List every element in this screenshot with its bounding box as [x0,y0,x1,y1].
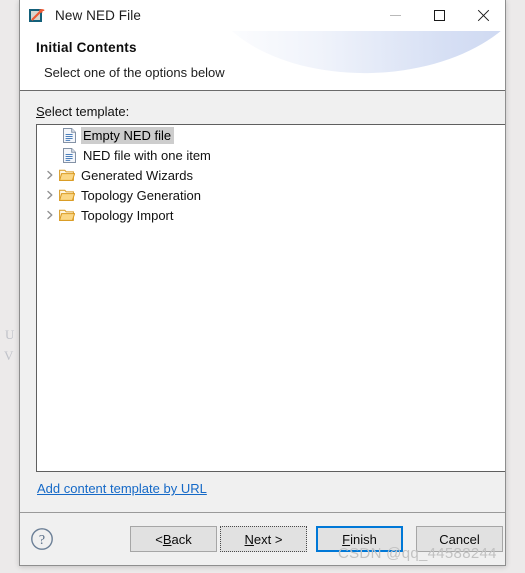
cancel-button-label: Cancel [439,531,480,547]
back-button-suffix: ack [171,531,192,547]
next-button-mnemonic: N [244,531,254,547]
help-icon: ? [31,528,53,550]
tree-item-empty-ned-file[interactable]: Empty NED file [37,125,505,145]
background-ghost-text-1: U [5,327,15,342]
tree-label-mnemonic: S [36,104,45,119]
tree-item-generated-wizards[interactable]: Generated Wizards [37,165,505,185]
tree-item-label: Topology Import [81,207,174,223]
close-icon [477,10,489,22]
background-ghost-text-2: V [4,348,14,363]
back-button-prefix: < [155,531,163,547]
tree-item-topology-import[interactable]: Topology Import [37,205,505,225]
back-button[interactable]: < Back [130,526,217,552]
new-ned-file-dialog: New NED File Initial Contents Select one… [19,0,506,566]
folder-icon [58,167,76,183]
minimize-icon [389,15,401,16]
tree-item-label: Empty NED file [81,126,175,144]
tree-label-rest: elect template: [44,104,130,119]
tree-label: Select template: [36,104,129,119]
tree-item-ned-file-with-one-item[interactable]: NED file with one item [37,145,505,165]
pen-glyph [31,8,45,21]
maximize-button[interactable] [417,0,461,31]
wizard-body: Select template: Empty NED file NED file… [20,91,505,512]
tree-item-label: Generated Wizards [81,167,193,183]
next-button-suffix: ext > [253,531,283,547]
next-button[interactable]: Next > [220,526,307,552]
page-title: Initial Contents [36,40,137,55]
chevron-right-icon[interactable] [42,187,58,203]
dialog-button-bar: ? < Back Next > Finish Cancel [20,512,505,565]
close-button[interactable] [461,0,505,31]
finish-button[interactable]: Finish [316,526,403,552]
tree-item-label: NED file with one item [83,147,211,163]
add-content-template-by-url-link[interactable]: Add content template by URL [37,481,207,496]
help-button[interactable]: ? [29,526,55,552]
back-button-mnemonic: B [162,531,172,547]
chevron-right-icon[interactable] [42,207,58,223]
header-banner-decoration [203,31,505,78]
tree-item-label: Topology Generation [81,187,201,203]
page-subtitle: Select one of the options below [44,65,225,80]
ned-file-icon [29,8,45,24]
cancel-button[interactable]: Cancel [416,526,503,552]
minimize-button[interactable] [373,0,417,31]
file-icon [60,127,78,143]
finish-button-mnemonic: F [342,531,351,547]
title-bar: New NED File [20,0,505,31]
folder-icon [58,187,76,203]
folder-icon [58,207,76,223]
template-tree[interactable]: Empty NED file NED file with one item Ge… [36,124,505,472]
tree-item-topology-generation[interactable]: Topology Generation [37,185,505,205]
file-icon [60,147,78,163]
window-title: New NED File [55,8,141,23]
maximize-icon [433,10,445,21]
window-controls [373,0,505,31]
svg-text:?: ? [39,533,45,548]
chevron-right-icon[interactable] [42,167,58,183]
finish-button-suffix: inish [350,531,377,547]
wizard-header: Initial Contents Select one of the optio… [20,31,505,91]
